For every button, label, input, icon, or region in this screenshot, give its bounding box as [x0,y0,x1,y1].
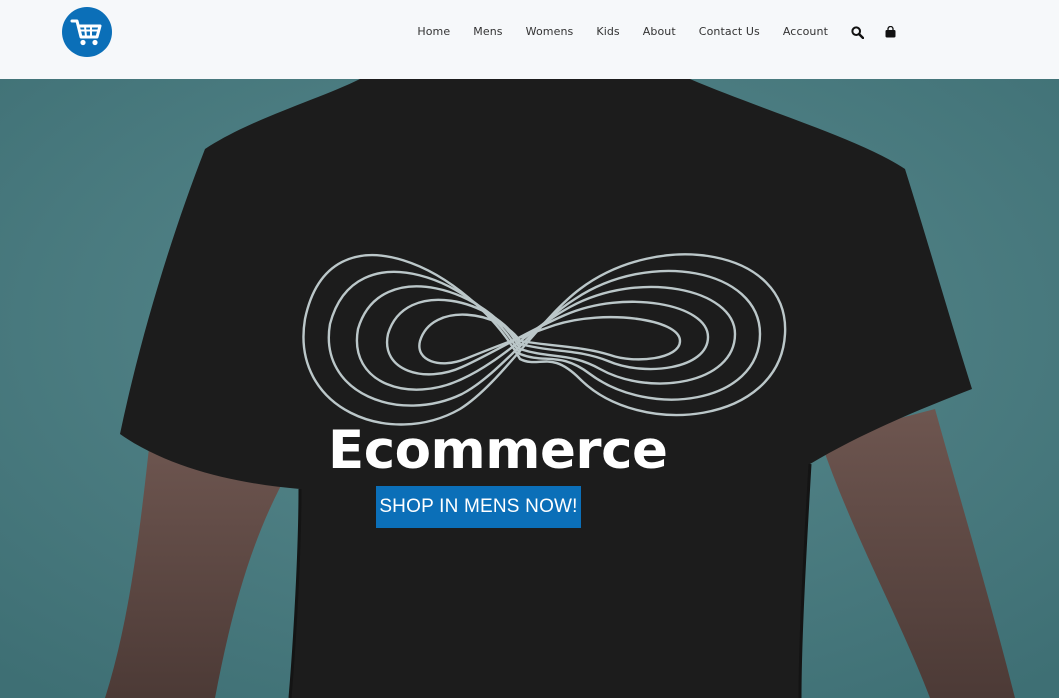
main-nav: Home Mens Womens Kids About Contact Us A… [417,24,897,40]
shop-mens-button[interactable]: SHOP IN MENS NOW! [376,486,581,528]
search-icon [850,25,864,39]
shopping-bag-icon [885,26,895,38]
nav-kids[interactable]: Kids [596,24,619,40]
cart-button[interactable] [883,25,897,39]
hero-title: Ecommerce [328,420,668,481]
nav-about[interactable]: About [643,24,676,40]
nav-account[interactable]: Account [783,24,828,40]
search-button[interactable] [850,25,864,39]
nav-contact-us[interactable]: Contact Us [699,24,760,40]
logo[interactable] [62,7,112,57]
hero-background-image [0,79,1059,698]
nav-home[interactable]: Home [417,24,450,40]
shopping-cart-icon [70,19,102,46]
nav-mens[interactable]: Mens [473,24,502,40]
nav-womens[interactable]: Womens [526,24,574,40]
hero-banner: Ecommerce SHOP IN MENS NOW! [0,79,1059,698]
site-header: Home Mens Womens Kids About Contact Us A… [0,0,1059,79]
